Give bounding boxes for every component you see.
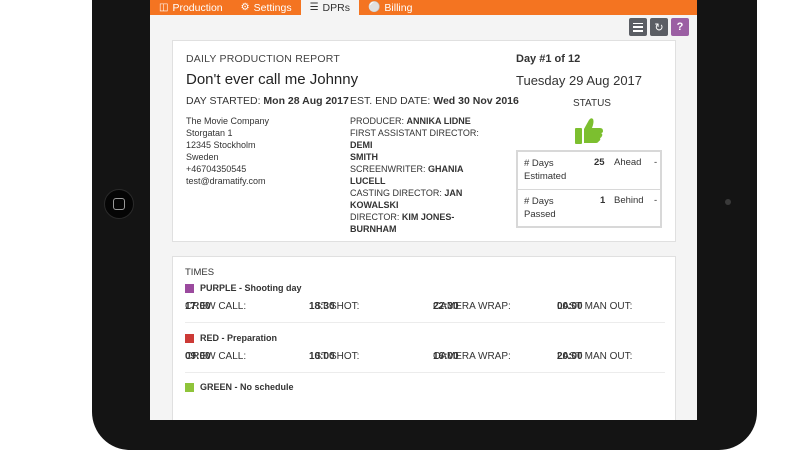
schedule-purple: PURPLE - Shooting day CREW CALL: 17:00 1… bbox=[185, 283, 665, 319]
gear-icon: ⚙ bbox=[240, 1, 250, 13]
end-date: EST. END DATE: Wed 30 Nov 2016 bbox=[350, 95, 519, 107]
divider bbox=[185, 322, 665, 323]
list-icon bbox=[633, 22, 643, 32]
list-icon: ☰ bbox=[309, 1, 319, 13]
times-panel: TIMES PURPLE - Shooting day CREW CALL: 1… bbox=[172, 256, 676, 420]
list-view-button[interactable] bbox=[629, 18, 647, 36]
screenwriter: SCREENWRITER: GHANIA LUCELL bbox=[350, 164, 464, 186]
color-swatch bbox=[185, 283, 194, 293]
tab-billing[interactable]: ⚪ Billing bbox=[359, 0, 421, 15]
main-tab-bar: ◫ Production ⚙ Settings ☰ DPRs ⚪ Billing bbox=[150, 0, 697, 15]
refresh-button[interactable]: ↻ bbox=[650, 18, 668, 36]
divider bbox=[185, 372, 665, 373]
schedule-red: RED - Preparation CREW CALL: 09:00 1ST S… bbox=[185, 333, 665, 369]
days-passed-row: # Days Passed 1 Behind - bbox=[518, 189, 660, 226]
color-swatch bbox=[185, 333, 194, 343]
assistant-director-surname: SMITH bbox=[350, 152, 378, 162]
help-button[interactable]: ? bbox=[671, 18, 689, 36]
day-started: DAY STARTED: Mon 28 Aug 2017 bbox=[186, 95, 349, 107]
assistant-director: FIRST ASSISTANT DIRECTOR: DEMI bbox=[350, 128, 479, 150]
report-panel: DAILY PRODUCTION REPORT Don't ever call … bbox=[172, 40, 676, 242]
days-estimated-row: # Days Estimated 25 Ahead - bbox=[524, 157, 658, 182]
director: DIRECTOR: KIM JONES-BURNHAM bbox=[350, 212, 455, 234]
casting-director: CASTING DIRECTOR: JAN KOWALSKI bbox=[350, 188, 463, 210]
report-heading: DAILY PRODUCTION REPORT bbox=[186, 53, 340, 65]
day-number: Day #1 of 12 bbox=[516, 53, 581, 65]
app-screen: ◫ Production ⚙ Settings ☰ DPRs ⚪ Billing… bbox=[150, 0, 697, 420]
times-row: CREW CALL: 09:00 1ST SHOT: 10:00 CAMERA … bbox=[185, 351, 633, 362]
tab-label: Settings bbox=[253, 1, 292, 14]
help-label: ? bbox=[676, 21, 684, 33]
tag-icon: ⚪ bbox=[367, 1, 381, 13]
tab-settings[interactable]: ⚙ Settings bbox=[232, 0, 301, 15]
tab-production[interactable]: ◫ Production bbox=[150, 0, 232, 15]
schedule-green: GREEN - No schedule bbox=[185, 382, 665, 392]
company-address: The Movie Company Storgatan 1 12345 Stoc… bbox=[186, 116, 270, 186]
color-swatch bbox=[185, 382, 194, 392]
days-stats-table: # Days Estimated 25 Ahead - # Days Passe… bbox=[516, 150, 662, 228]
report-title: Don't ever call me Johnny bbox=[186, 71, 359, 88]
producer: PRODUCER: ANNIKA LIDNE bbox=[350, 116, 471, 126]
film-icon: ◫ bbox=[159, 1, 169, 13]
tab-dprs[interactable]: ☰ DPRs bbox=[300, 0, 359, 15]
tab-label: Billing bbox=[384, 1, 413, 14]
tab-label: DPRs bbox=[322, 1, 350, 14]
refresh-icon: ↻ bbox=[654, 21, 664, 34]
times-row: CREW CALL: 17:00 1ST SHOT: 18:30 CAMERA … bbox=[185, 301, 633, 312]
report-date: Tuesday 29 Aug 2017 bbox=[516, 73, 643, 88]
times-heading: TIMES bbox=[185, 267, 215, 278]
thumbs-up-icon bbox=[575, 118, 603, 144]
camera-dot bbox=[725, 199, 731, 205]
tab-label: Production bbox=[172, 1, 223, 14]
home-button[interactable] bbox=[104, 189, 134, 219]
crew-list: PRODUCER: ANNIKA LIDNE FIRST ASSISTANT D… bbox=[350, 115, 500, 235]
status-label: STATUS bbox=[573, 98, 611, 109]
